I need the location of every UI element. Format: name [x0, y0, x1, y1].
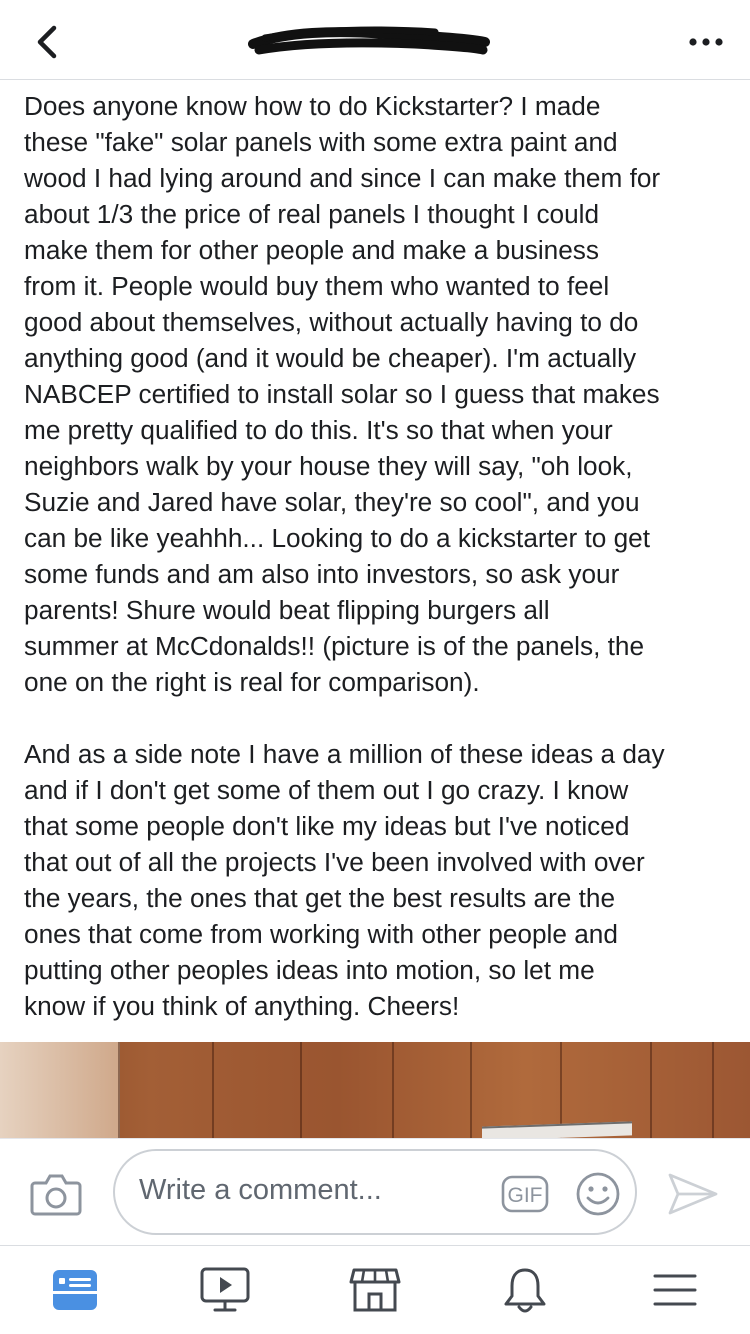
bottom-tab-bar: [0, 1246, 750, 1334]
post-paragraph: And as a side note I have a million of t…: [24, 739, 665, 1021]
tab-menu[interactable]: [645, 1262, 705, 1318]
gif-label: GIF: [508, 1184, 543, 1207]
hamburger-menu-icon: [653, 1274, 697, 1306]
chevron-left-icon: [37, 25, 57, 59]
camera-icon: [30, 1174, 82, 1216]
tab-news-feed[interactable]: [45, 1262, 105, 1318]
post-paragraph: Does anyone know how to do Kickstarter? …: [24, 91, 661, 697]
top-nav-bar: [0, 0, 750, 80]
gif-button[interactable]: GIF: [501, 1175, 549, 1213]
comment-placeholder: Write a comment...: [139, 1174, 382, 1206]
news-feed-icon: [53, 1270, 97, 1310]
smiley-icon: [576, 1172, 620, 1216]
send-button[interactable]: [666, 1171, 720, 1217]
back-button[interactable]: [22, 18, 70, 66]
send-icon: [668, 1173, 718, 1215]
more-dots-icon: [689, 38, 723, 46]
comment-input[interactable]: Write a comment... GIF: [113, 1149, 637, 1235]
post-photo[interactable]: [0, 1042, 750, 1138]
redacted-title: [245, 24, 490, 58]
emoji-button[interactable]: [575, 1171, 621, 1217]
bell-icon: [504, 1268, 546, 1313]
camera-button[interactable]: [30, 1171, 82, 1217]
tab-marketplace[interactable]: [345, 1262, 405, 1318]
post-body: Does anyone know how to do Kickstarter? …: [24, 88, 736, 1024]
video-icon: [200, 1267, 250, 1312]
gif-icon: GIF: [501, 1175, 549, 1213]
tab-watch[interactable]: [195, 1262, 255, 1318]
panel-edge: [482, 1121, 632, 1138]
comment-bar: Write a comment... GIF: [0, 1138, 750, 1246]
marketplace-icon: [349, 1268, 401, 1312]
photo-wall-area: [0, 1042, 120, 1138]
tab-notifications[interactable]: [495, 1262, 555, 1318]
more-options-button[interactable]: [682, 22, 730, 62]
